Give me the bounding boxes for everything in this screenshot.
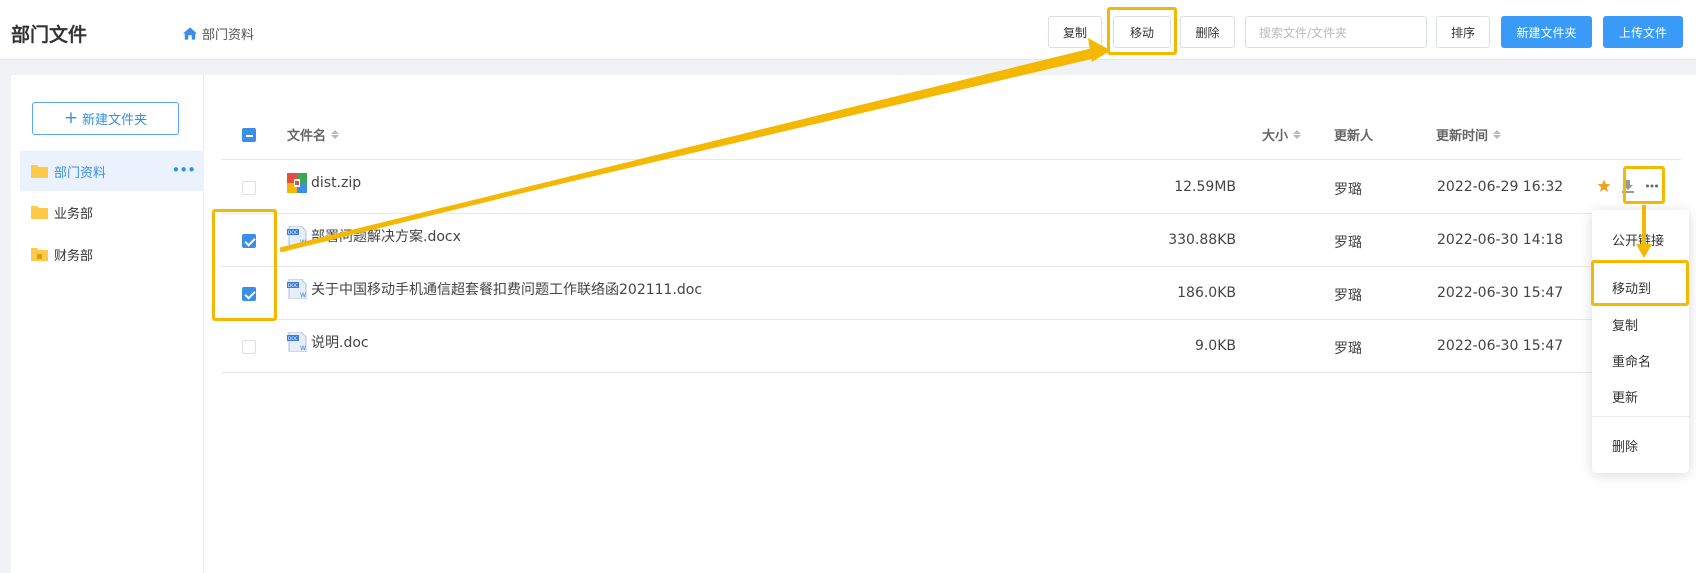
column-time[interactable]: 更新时间 [1436, 125, 1502, 144]
main-panel: + 新建文件夹 部门资料 ••• 业务部 财务部 文件名 大小 更新人 更新时间… [11, 75, 1696, 573]
sort-icon [1293, 130, 1302, 139]
sidebar-item-label: 业务部 [54, 206, 94, 222]
star-icon[interactable] [1597, 179, 1611, 193]
plus-icon: + [63, 108, 79, 128]
breadcrumb-label: 部门资料 [202, 28, 255, 43]
column-size[interactable]: 大小 [1262, 125, 1302, 144]
column-name-label: 文件名 [287, 129, 327, 144]
menu-item-update[interactable]: 更新 [1612, 387, 1638, 406]
sort-button[interactable]: 排序 [1436, 16, 1490, 48]
sidebar-item-label: 部门资料 [54, 165, 107, 181]
file-time: 2022-06-30 15:47 [1437, 285, 1564, 301]
sort-icon [331, 130, 340, 139]
delete-button[interactable]: 删除 [1180, 16, 1235, 48]
sort-icon [1493, 130, 1502, 139]
sidebar-item-label: 财务部 [54, 248, 94, 264]
file-updater: 罗璐 [1334, 341, 1362, 357]
file-name-cell[interactable]: dist.zip [287, 173, 361, 193]
column-time-label: 更新时间 [1436, 129, 1489, 144]
sidebar-item-business[interactable]: 业务部 [20, 192, 204, 232]
download-icon[interactable] [1621, 179, 1635, 193]
file-updater: 罗璐 [1334, 235, 1362, 251]
menu-item-delete[interactable]: 删除 [1612, 436, 1638, 455]
table-header: 文件名 大小 更新人 更新时间 [221, 105, 1681, 160]
menu-item-copy[interactable]: 复制 [1612, 315, 1638, 334]
file-name: dist.zip [311, 175, 362, 191]
row-checkbox[interactable] [242, 234, 256, 248]
file-size: 330.88KB [1168, 232, 1236, 248]
doc-file-icon: DOC W [287, 279, 307, 299]
table-row[interactable]: DOC W 关于中国移动手机通信超套餐扣费问题工作联络函202111.doc 1… [221, 267, 1681, 320]
column-size-label: 大小 [1262, 129, 1289, 144]
svg-text:DOC: DOC [288, 283, 298, 289]
more-icon[interactable] [1645, 179, 1659, 193]
menu-item-rename[interactable]: 重命名 [1612, 351, 1651, 370]
sidebar-item-finance[interactable]: 财务部 [20, 234, 204, 274]
folder-icon [31, 165, 48, 178]
sidebar-new-folder-button[interactable]: + 新建文件夹 [32, 102, 179, 135]
table-row[interactable]: DOC W 部署问题解决方案.docx 330.88KB 罗璐 2022-06-… [221, 214, 1681, 267]
file-name: 部署问题解决方案.docx [311, 229, 461, 245]
sidebar-new-folder-label: 新建文件夹 [82, 113, 148, 128]
file-time: 2022-06-29 16:32 [1437, 179, 1564, 195]
top-bar: 部门文件 部门资料 复制 移动 删除 搜索文件/文件夹 排序 新建文件夹 上传文… [0, 0, 1696, 60]
file-name-cell[interactable]: DOC W 说明.doc [287, 332, 369, 352]
folder-icon [31, 206, 48, 219]
column-name[interactable]: 文件名 [287, 125, 340, 144]
column-updater: 更新人 [1334, 129, 1374, 144]
doc-file-icon: DOC W [287, 332, 307, 352]
select-all-checkbox[interactable] [242, 128, 256, 142]
row-checkbox[interactable] [242, 181, 256, 195]
svg-text:W: W [300, 292, 306, 299]
row-checkbox[interactable] [242, 287, 256, 301]
move-button[interactable]: 移动 [1113, 16, 1171, 48]
page-title: 部门文件 [11, 24, 88, 46]
svg-text:W: W [300, 345, 306, 352]
zip-file-icon [287, 173, 307, 193]
table-row[interactable]: DOC W 说明.doc 9.0KB 罗璐 2022-06-30 15:47 [221, 320, 1681, 373]
file-updater: 罗璐 [1334, 182, 1362, 198]
file-time: 2022-06-30 14:18 [1437, 232, 1564, 248]
menu-item-move-to[interactable]: 移动到 [1612, 278, 1651, 297]
sidebar: + 新建文件夹 部门资料 ••• 业务部 财务部 [11, 75, 204, 573]
row-actions [1597, 179, 1659, 193]
file-name-cell[interactable]: DOC W 关于中国移动手机通信超套餐扣费问题工作联络函202111.doc [287, 279, 702, 299]
menu-divider [1592, 416, 1689, 417]
file-name-cell[interactable]: DOC W 部署问题解决方案.docx [287, 226, 461, 246]
home-icon [183, 27, 197, 40]
table-row[interactable]: dist.zip 12.59MB 罗璐 2022-06-29 16:32 [221, 161, 1681, 214]
folder-lock-icon [31, 248, 48, 261]
file-size: 12.59MB [1174, 179, 1236, 195]
file-updater: 罗璐 [1334, 288, 1362, 304]
new-folder-button[interactable]: 新建文件夹 [1501, 16, 1592, 48]
file-size: 9.0KB [1194, 338, 1236, 354]
file-size: 186.0KB [1177, 285, 1236, 301]
file-name: 说明.doc [311, 335, 369, 351]
doc-file-icon: DOC W [287, 226, 307, 246]
more-icon[interactable]: ••• [171, 161, 196, 179]
copy-button[interactable]: 复制 [1048, 16, 1102, 48]
file-time: 2022-06-30 15:47 [1437, 338, 1564, 354]
menu-item-public-link[interactable]: 公开链接 [1612, 230, 1664, 249]
svg-text:W: W [300, 239, 306, 246]
upload-button[interactable]: 上传文件 [1603, 16, 1683, 48]
file-name: 关于中国移动手机通信超套餐扣费问题工作联络函202111.doc [311, 282, 703, 298]
breadcrumb[interactable]: 部门资料 [183, 24, 254, 43]
search-input[interactable]: 搜索文件/文件夹 [1245, 16, 1427, 48]
row-checkbox[interactable] [242, 340, 256, 354]
svg-text:DOC: DOC [288, 230, 298, 236]
svg-text:DOC: DOC [288, 336, 298, 342]
context-menu: 公开链接 移动到 复制 重命名 更新 删除 [1592, 210, 1689, 473]
sidebar-item-dept-docs[interactable]: 部门资料 ••• [20, 151, 204, 191]
